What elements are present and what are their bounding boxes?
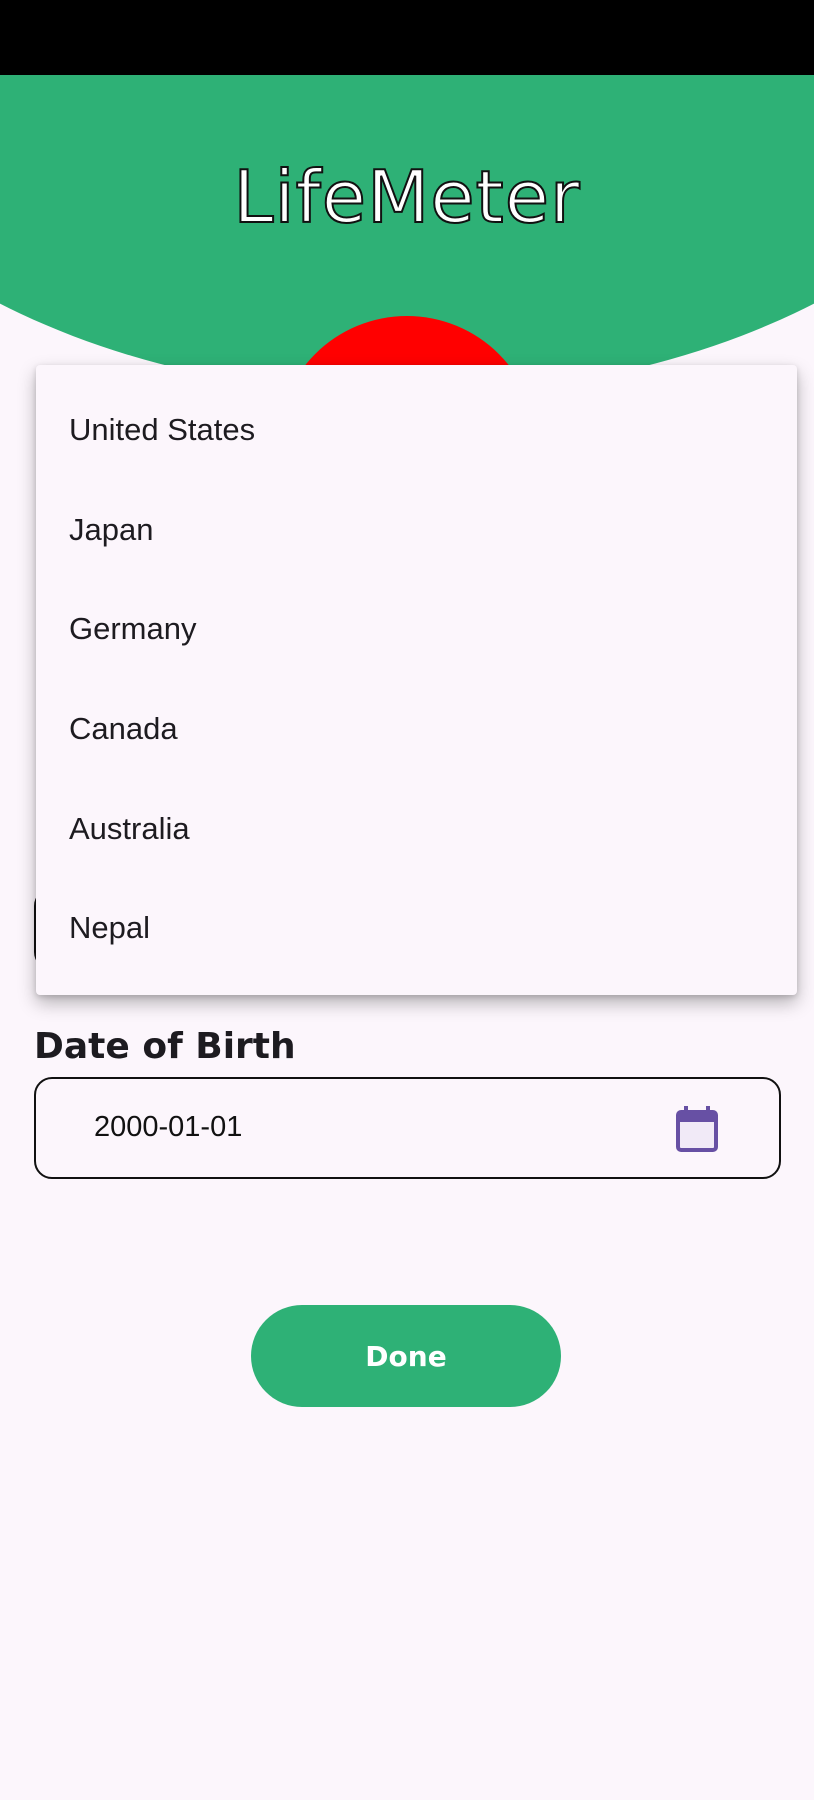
dob-field[interactable]: 2000-01-01: [34, 1077, 781, 1179]
menu-item-united-states[interactable]: United States: [36, 380, 797, 479]
menu-item-australia[interactable]: Australia: [36, 779, 797, 878]
calendar-icon[interactable]: [674, 1105, 720, 1153]
app-title: LifeMeter: [232, 154, 581, 240]
done-button[interactable]: Done: [251, 1305, 561, 1407]
status-bar: [0, 0, 814, 75]
dob-label: Date of Birth: [34, 1026, 296, 1067]
menu-item-canada[interactable]: Canada: [36, 679, 797, 778]
menu-item-germany[interactable]: Germany: [36, 579, 797, 678]
country-dropdown-menu: United States Japan Germany Canada Austr…: [36, 365, 797, 995]
menu-item-japan[interactable]: Japan: [36, 480, 797, 579]
menu-item-nepal[interactable]: Nepal: [36, 878, 797, 977]
dob-value: 2000-01-01: [94, 1111, 243, 1143]
